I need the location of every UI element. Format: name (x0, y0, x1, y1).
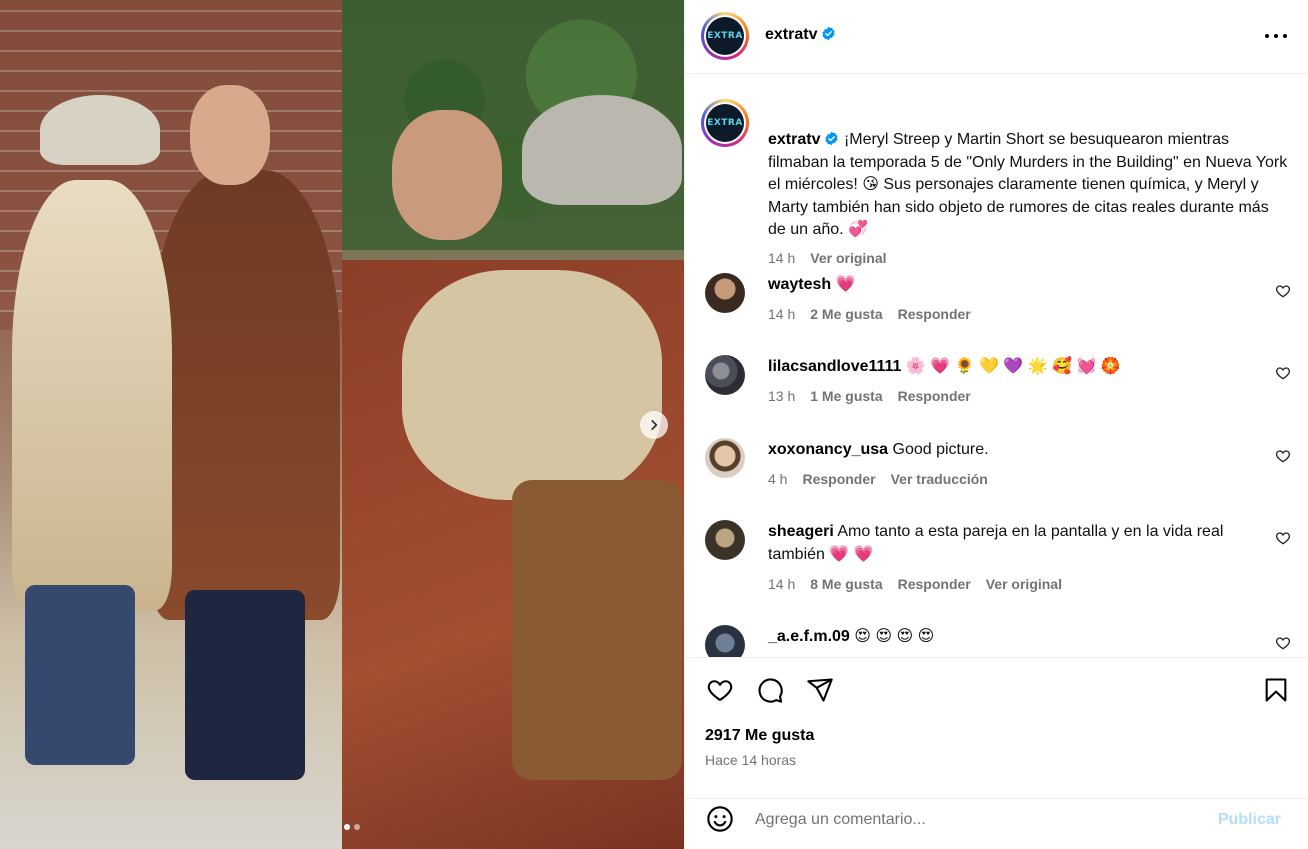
carousel-next-button[interactable] (640, 411, 668, 439)
hat (522, 95, 682, 205)
comment-text: 😍 😍 😍 😍 (854, 628, 935, 645)
avatar-logo: EXTRA (706, 17, 744, 55)
caption-avatar[interactable]: EXTRA (701, 99, 749, 147)
heart-icon (1275, 532, 1291, 545)
figure-man (150, 170, 340, 620)
like-button[interactable] (705, 675, 735, 705)
reply-button[interactable]: Responder (898, 385, 971, 408)
post-panel: EXTRA extratv EXTRA extratv ¡Meryl Stree… (684, 0, 1308, 849)
comment-username[interactable]: _a.e.f.m.09 (768, 628, 850, 645)
comment-body: xoxonancy_usa Good picture. 4 h Responde… (768, 438, 1238, 491)
comment-text: Amo tanto a esta pareja en la pantalla y… (768, 523, 1224, 563)
share-icon (807, 678, 833, 702)
hat (40, 95, 160, 165)
comment-time[interactable]: 13 h (768, 385, 795, 408)
avatar-logo: EXTRA (706, 104, 744, 142)
comment-time[interactable]: 14 h (768, 573, 795, 596)
caption-body: ¡Meryl Streep y Martin Short se besuquea… (768, 131, 1288, 238)
bookmark-icon (1265, 678, 1287, 702)
figure-man-legs (185, 590, 305, 780)
emoji-button[interactable] (705, 804, 735, 834)
comment-icon (758, 678, 783, 703)
comment-time[interactable]: 14 h (768, 303, 795, 326)
bag (512, 480, 682, 780)
see-original-link[interactable]: Ver original (810, 250, 886, 266)
comment-meta: 13 h 1 Me gusta Responder (768, 385, 1238, 408)
comment-like-button[interactable] (1275, 448, 1291, 464)
commenter-avatar[interactable] (705, 355, 745, 395)
commenter-avatar[interactable] (705, 273, 745, 313)
comment-like-button[interactable] (1275, 530, 1291, 546)
reply-button[interactable]: Responder (802, 468, 875, 491)
comment-body: _a.e.f.m.09 😍 😍 😍 😍 (768, 625, 1238, 648)
emoji-icon (707, 806, 733, 832)
chevron-right-icon (651, 420, 658, 430)
carousel-indicator (344, 824, 360, 830)
figure-woman-legs (25, 585, 135, 765)
head (392, 110, 502, 240)
comment-body: lilacsandlove1111 🌸 💗 🌻 💛 💜 🌟 🥰 💓 🏵️ 13 … (768, 355, 1238, 408)
share-button[interactable] (805, 675, 835, 705)
verified-badge-icon (825, 131, 839, 146)
comment-username[interactable]: lilacsandlove1111 (768, 358, 901, 375)
head (190, 85, 270, 185)
heart-icon (1275, 285, 1291, 298)
publish-button[interactable]: Publicar (1218, 811, 1281, 829)
comment-likes[interactable]: 8 Me gusta (810, 573, 882, 596)
comment-username[interactable]: sheageri (768, 523, 834, 540)
commenter-avatar[interactable] (705, 438, 745, 478)
author-username[interactable]: extratv (765, 26, 836, 44)
comment-like-button[interactable] (1275, 635, 1291, 651)
comment-text: 🌸 💗 🌻 💛 💜 🌟 🥰 💓 🏵️ (905, 358, 1121, 375)
heart-icon (1275, 637, 1291, 650)
carousel-dot (344, 824, 350, 830)
reply-button[interactable]: Responder (898, 303, 971, 326)
photo-right (342, 0, 684, 849)
more-options-icon[interactable] (1265, 26, 1287, 46)
see-original-link[interactable]: Ver original (986, 573, 1062, 596)
comment-username[interactable]: xoxonancy_usa (768, 441, 888, 458)
username-text[interactable]: extratv (765, 26, 817, 43)
author-avatar[interactable]: EXTRA (701, 12, 749, 60)
comment-time[interactable]: 4 h (768, 468, 787, 491)
caption-text: extratv ¡Meryl Streep y Martin Short se … (768, 129, 1288, 242)
commenter-avatar[interactable] (705, 625, 745, 657)
reply-button[interactable]: Responder (898, 573, 971, 596)
post-media[interactable] (0, 0, 684, 849)
caption-time[interactable]: 14 h (768, 250, 795, 266)
comment-body: sheageri Amo tanto a esta pareja en la p… (768, 520, 1238, 596)
comment-likes[interactable]: 1 Me gusta (810, 385, 882, 408)
save-button[interactable] (1261, 675, 1291, 705)
comment-text: 💗 (835, 276, 856, 293)
caption-username[interactable]: extratv (768, 131, 820, 148)
heart-icon (1275, 367, 1291, 380)
see-translation-link[interactable]: Ver traducción (891, 468, 988, 491)
likes-count[interactable]: 2917 Me gusta (705, 727, 814, 745)
photo-left (0, 0, 342, 849)
comment-meta: 14 h 8 Me gusta Responder Ver original (768, 573, 1238, 596)
heart-icon (1275, 450, 1291, 463)
post-header: EXTRA extratv (685, 0, 1308, 74)
figure-woman (12, 180, 172, 610)
comment-meta: 4 h Responder Ver traducción (768, 468, 1238, 491)
post-timestamp: Hace 14 horas (705, 752, 797, 768)
caption-meta: 14 h Ver original (768, 250, 887, 266)
comment-body: waytesh 💗 14 h 2 Me gusta Responder (768, 273, 1238, 326)
comment-meta: 14 h 2 Me gusta Responder (768, 303, 1238, 326)
comment-text: Good picture. (892, 441, 989, 458)
verified-badge-icon (822, 26, 836, 41)
comment-like-button[interactable] (1275, 365, 1291, 381)
heart-icon (707, 680, 733, 702)
comment-likes[interactable]: 2 Me gusta (810, 303, 882, 326)
commenter-avatar[interactable] (705, 520, 745, 560)
carousel-dot (354, 824, 360, 830)
comments-section[interactable]: EXTRA extratv ¡Meryl Streep y Martin Sho… (685, 75, 1308, 657)
comment-username[interactable]: waytesh (768, 276, 831, 293)
comment-like-button[interactable] (1275, 283, 1291, 299)
comment-button[interactable] (755, 675, 785, 705)
comment-input[interactable] (755, 807, 1195, 833)
post-actions: 2917 Me gusta Hace 14 horas Publicar (685, 657, 1308, 849)
jacket (402, 270, 662, 500)
